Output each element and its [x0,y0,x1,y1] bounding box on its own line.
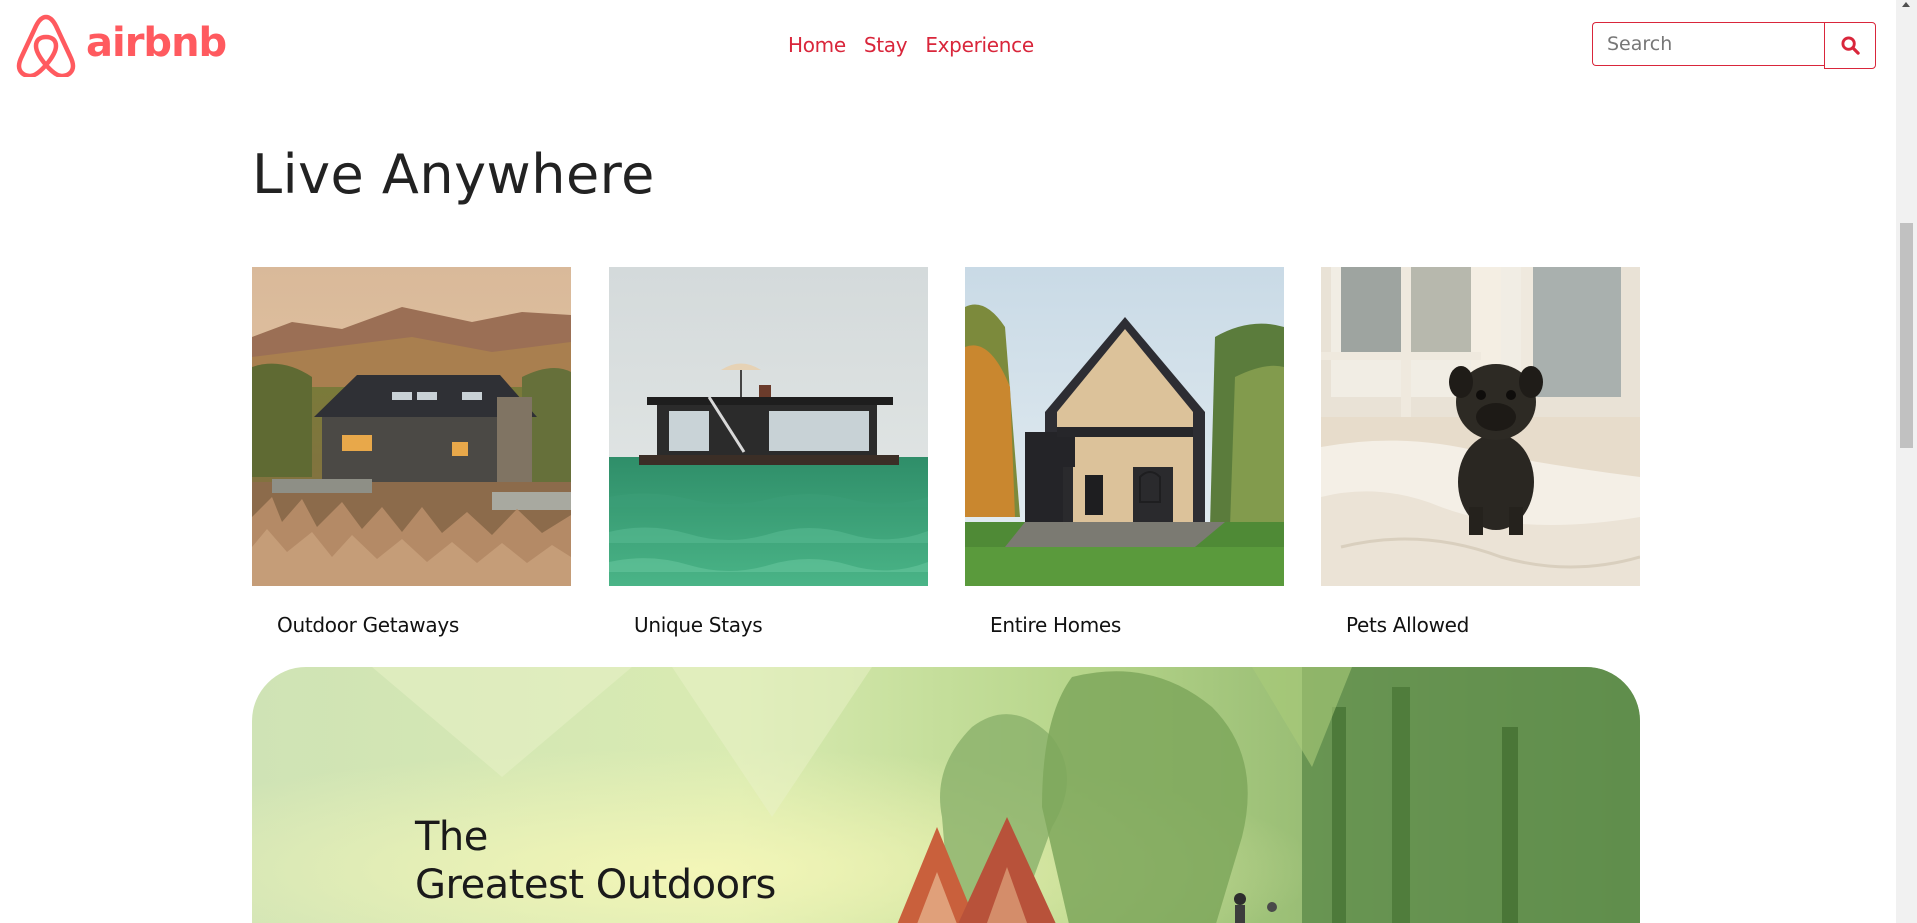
top-header: airbnb Home Stay Experience [0,0,1896,92]
airbnb-logo-link[interactable]: airbnb [16,13,227,77]
page: airbnb Home Stay Experience Live Anywher… [0,0,1917,923]
cabin-hillside-image [252,267,571,586]
airbnb-logo-icon [16,14,76,77]
main-nav: Home Stay Experience [788,33,1034,57]
card-label-pets-allowed: Pets Allowed [1346,613,1470,637]
banner-title-line-2: Greatest Outdoors [415,862,776,908]
banner-title: The Greatest Outdoors [415,813,776,909]
card-label-entire-homes: Entire Homes [990,613,1122,637]
pug-on-bed-image [1321,267,1640,586]
scroll-up-arrow-icon[interactable] [1902,2,1910,7]
a-frame-house-image [965,267,1284,586]
category-card-outdoor-getaways[interactable]: Outdoor Getaways [252,267,571,637]
category-card-entire-homes[interactable]: Entire Homes [965,267,1284,637]
nav-stay-link[interactable]: Stay [864,33,908,57]
card-label-unique-stays: Unique Stays [634,613,763,637]
nav-home-link[interactable]: Home [788,33,846,57]
search-form [1592,22,1876,69]
category-card-unique-stays[interactable]: Unique Stays [609,267,928,637]
greatest-outdoors-banner[interactable]: The Greatest Outdoors [252,667,1640,923]
banner-title-line-1: The [415,814,488,860]
search-icon [1840,36,1860,55]
nav-experience-link[interactable]: Experience [925,33,1034,57]
category-card-pets-allowed[interactable]: Pets Allowed [1321,267,1640,637]
search-input[interactable] [1592,22,1824,66]
houseboat-image [609,267,928,586]
section-title: Live Anywhere [252,143,655,206]
page-scrollbar[interactable] [1896,0,1917,923]
logo-wordmark: airbnb [86,20,227,66]
search-button[interactable] [1824,22,1876,69]
scroll-thumb[interactable] [1900,223,1913,448]
card-label-outdoor-getaways: Outdoor Getaways [277,613,459,637]
